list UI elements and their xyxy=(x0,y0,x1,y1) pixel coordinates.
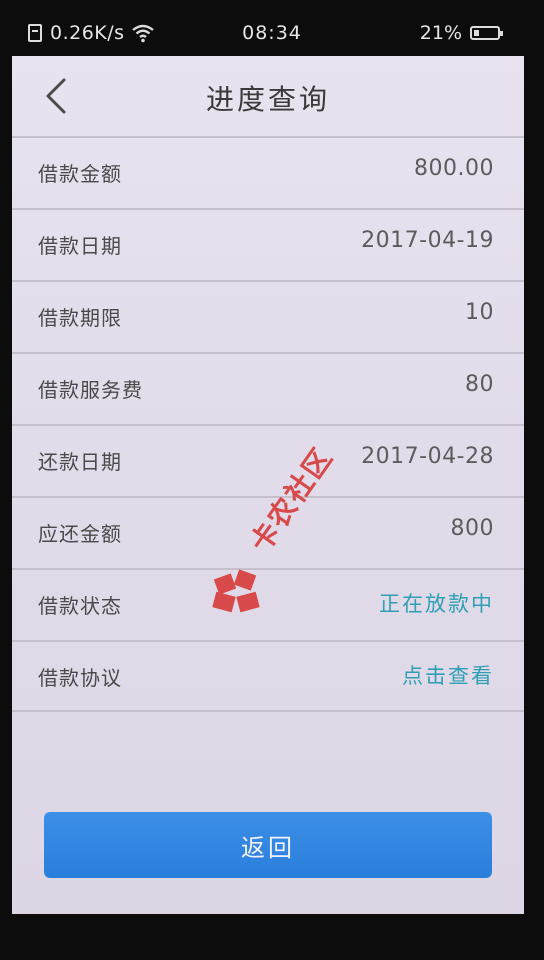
battery-icon xyxy=(470,26,503,40)
watermark: 卡农社区 xyxy=(212,441,372,616)
page-title: 进度查询 xyxy=(205,83,330,116)
status-bar: 0.26K/s 08:34 21% xyxy=(0,0,544,56)
row-value: 800 xyxy=(450,516,494,541)
row-value: 800.00 xyxy=(414,156,494,181)
watermark-text: 卡农社区 xyxy=(243,441,340,559)
row-loan-amount: 借款金额 800.00 xyxy=(12,136,524,208)
battery-percent: 21% xyxy=(419,22,462,44)
row-value: 2017-04-19 xyxy=(361,228,494,253)
row-value: 80 xyxy=(465,372,494,397)
row-loan-term: 借款期限 10 xyxy=(12,280,524,352)
row-loan-agreement: 借款协议 点击查看 xyxy=(12,640,524,712)
row-label: 还款日期 xyxy=(38,450,122,474)
return-button[interactable]: 返回 xyxy=(44,812,492,878)
row-label: 借款日期 xyxy=(38,234,122,258)
nav-bar: 进度查询 xyxy=(12,56,524,136)
row-value: 2017-04-28 xyxy=(361,444,494,469)
view-agreement-link[interactable]: 点击查看 xyxy=(402,660,494,690)
loan-info-list: 借款金额 800.00 借款日期 2017-04-19 借款期限 10 借款服务… xyxy=(12,136,524,712)
row-label: 借款状态 xyxy=(38,594,122,618)
status-right: 21% xyxy=(419,22,503,44)
loan-status-value: 正在放款中 xyxy=(379,592,494,616)
row-label: 借款协议 xyxy=(38,666,122,690)
row-label: 借款金额 xyxy=(38,162,122,186)
row-label: 应还金额 xyxy=(38,522,122,546)
row-service-fee: 借款服务费 80 xyxy=(12,352,524,424)
app-screen: 进度查询 借款金额 800.00 借款日期 2017-04-19 借款期限 10… xyxy=(12,56,524,914)
row-value: 10 xyxy=(465,300,494,325)
watermark-logo-icon xyxy=(212,569,260,613)
row-loan-date: 借款日期 2017-04-19 xyxy=(12,208,524,280)
row-label: 借款服务费 xyxy=(38,378,143,402)
row-label: 借款期限 xyxy=(38,306,122,330)
